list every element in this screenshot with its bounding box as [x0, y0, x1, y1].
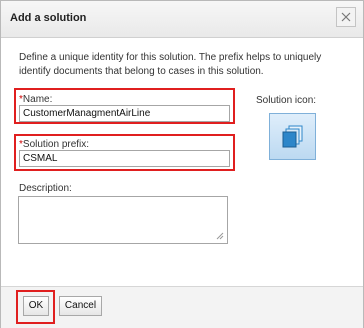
ok-highlight [16, 290, 55, 324]
add-solution-dialog: Add a solution Define a unique identity … [0, 0, 364, 328]
resize-grip-icon[interactable] [216, 232, 224, 240]
solution-icon-label: Solution icon: [256, 95, 317, 106]
close-icon [341, 12, 351, 22]
name-highlight [14, 88, 235, 124]
prefix-highlight [14, 134, 235, 171]
description-label: Description: [19, 183, 72, 194]
dialog-title: Add a solution [10, 12, 87, 24]
dialog-footer: OK Cancel [1, 286, 363, 328]
dialog-titlebar: Add a solution [1, 1, 363, 38]
cancel-button[interactable]: Cancel [59, 296, 102, 316]
description-textarea[interactable] [18, 196, 228, 244]
dialog-description: Define a unique identity for this soluti… [19, 52, 322, 77]
stacked-documents-icon [282, 125, 303, 148]
close-button[interactable] [336, 7, 356, 27]
solution-icon-button[interactable] [269, 113, 316, 160]
